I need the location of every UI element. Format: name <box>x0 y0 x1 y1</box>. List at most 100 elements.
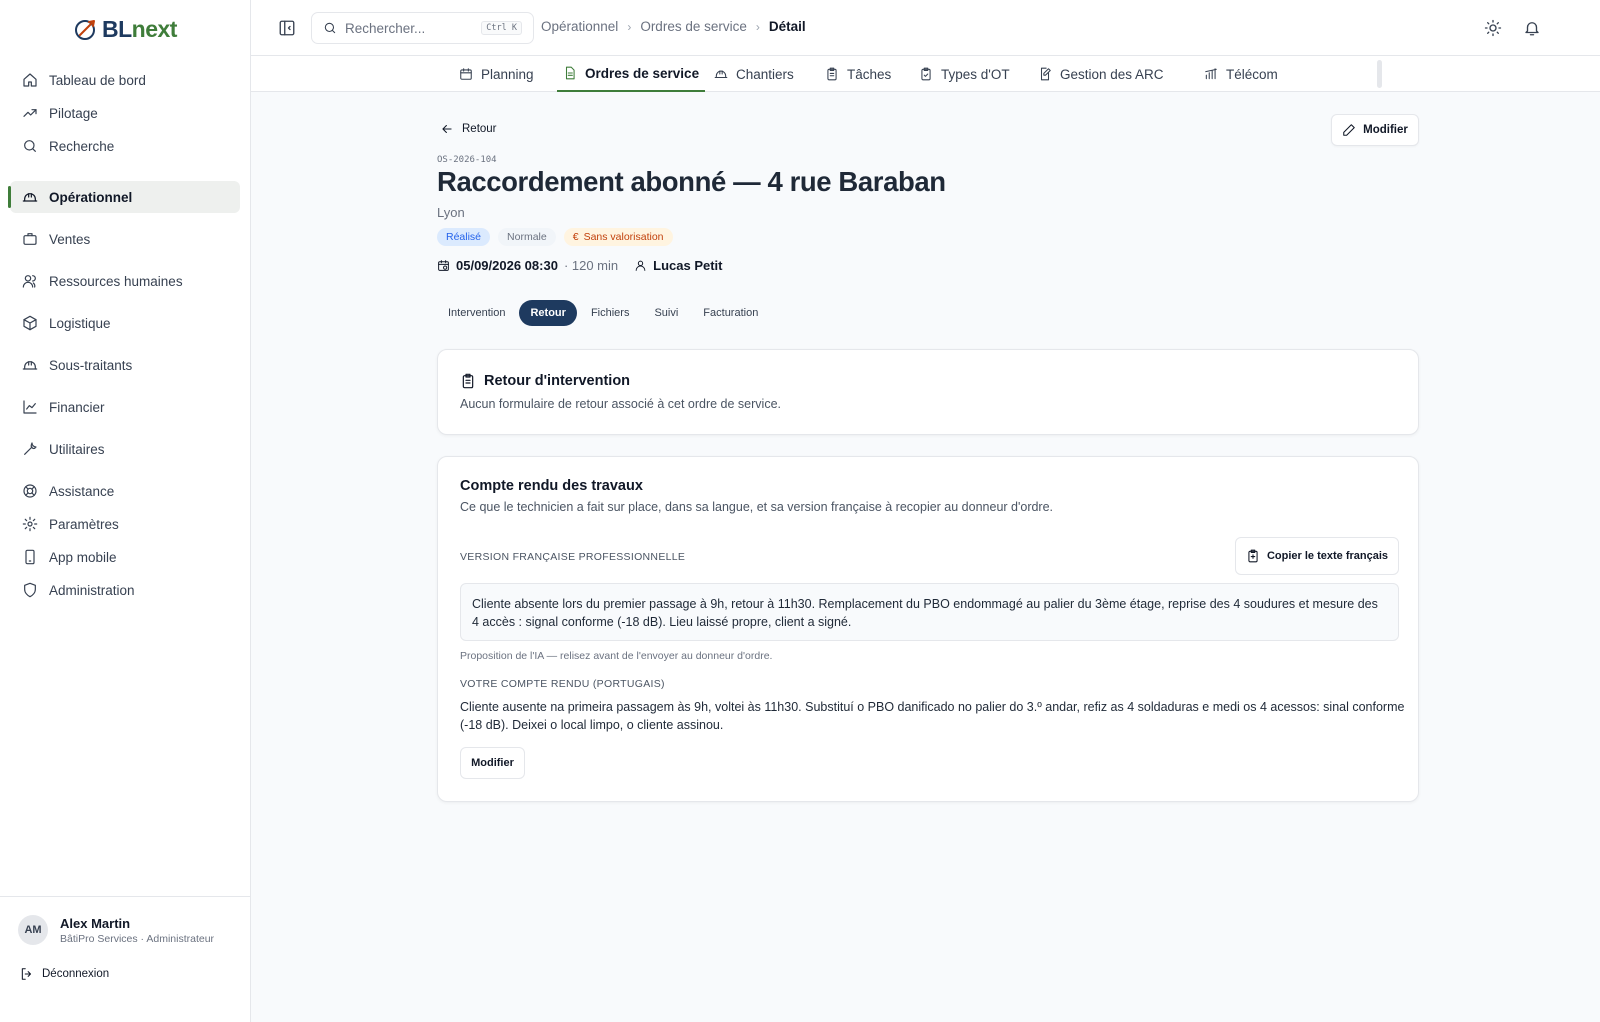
hardhat-icon <box>22 361 38 370</box>
avatar[interactable]: AM <box>18 915 48 945</box>
tab-label: Gestion des ARC <box>1060 66 1164 82</box>
briefcase-icon <box>23 233 37 245</box>
sidebar-item-pilotage[interactable]: Pilotage <box>10 97 240 129</box>
order-city: Lyon <box>437 205 465 220</box>
subtab-suivi[interactable]: Suivi <box>643 300 689 326</box>
sidebar-item-tableau-de-bord[interactable]: Tableau de bord <box>10 64 240 96</box>
gear-icon <box>22 516 38 532</box>
sidebar-toggle-icon[interactable] <box>278 19 296 37</box>
subtab-fichiers[interactable]: Fichiers <box>580 300 641 326</box>
topbar: Ctrl K Opérationnel › Ordres de service … <box>251 0 1600 56</box>
fr-version-label: VERSION FRANÇAISE PROFESSIONNELLE <box>460 551 686 563</box>
breadcrumb-item-ordres[interactable]: Ordres de service <box>640 19 747 34</box>
sidebar-item-label: Utilitaires <box>49 441 105 457</box>
tab-chantiers[interactable]: Chantiers <box>708 56 800 92</box>
sidebar-item-parametres[interactable]: Paramètres <box>10 508 240 540</box>
tab-taches[interactable]: Tâches <box>819 56 897 92</box>
logout-icon <box>21 968 32 980</box>
page-title: Raccordement abonné — 4 rue Baraban <box>437 166 946 197</box>
search-box[interactable]: Ctrl K <box>311 12 534 44</box>
ai-note: Proposition de l'IA — relisez avant de l… <box>460 650 773 662</box>
calendar-icon <box>460 68 472 80</box>
breadcrumb-item-operationnel[interactable]: Opérationnel <box>541 19 618 34</box>
tab-ordres-de-service[interactable]: Ordres de service <box>557 56 706 92</box>
document-icon <box>565 66 575 80</box>
copy-french-button[interactable]: Copier le texte français <box>1235 537 1399 575</box>
sidebar-item-label: Tableau de bord <box>49 72 146 88</box>
sidebar-item-recherche[interactable]: Recherche <box>10 130 240 162</box>
search-shortcut: Ctrl K <box>481 21 522 35</box>
tab-label: Chantiers <box>736 66 794 82</box>
theme-toggle-icon[interactable] <box>1484 19 1502 37</box>
user-name: Alex Martin <box>60 916 131 931</box>
tab-label: Ordres de service <box>585 65 700 81</box>
sidebar-item-ressources-humaines[interactable]: Ressources humaines <box>10 265 240 297</box>
sidebar-item-label: App mobile <box>49 549 117 565</box>
edit-report-button[interactable]: Modifier <box>460 747 525 779</box>
clipboard-list-icon <box>462 373 474 389</box>
home-icon <box>23 73 37 87</box>
search-input[interactable] <box>345 20 485 36</box>
sidebar-item-ventes[interactable]: Ventes <box>10 223 240 255</box>
brand-logo[interactable]: BLnext <box>72 14 177 44</box>
tab-types-ot[interactable]: Types d'OT <box>913 56 1016 92</box>
sidebar-item-utilitaires[interactable]: Utilitaires <box>10 433 240 465</box>
detail-sub-tabs: Intervention Retour Fichiers Suivi Factu… <box>437 300 772 326</box>
tab-label: Télécom <box>1226 66 1278 82</box>
back-button[interactable]: Retour <box>440 122 497 136</box>
pencil-icon <box>1343 124 1355 136</box>
back-label: Retour <box>462 123 497 135</box>
retour-card-header: Retour d'intervention <box>460 373 630 389</box>
tab-label: Tâches <box>847 66 892 82</box>
sidebar-item-sous-traitants[interactable]: Sous-traitants <box>10 349 240 381</box>
chevron-right-icon: › <box>755 19 760 34</box>
breadcrumb-item-current: Détail <box>768 19 806 34</box>
tab-planning[interactable]: Planning <box>453 56 540 92</box>
trend-icon <box>23 109 37 117</box>
phone-icon <box>25 549 35 565</box>
search-icon <box>24 140 36 152</box>
search-icon <box>324 22 336 34</box>
pt-report-text: Cliente ausente na primeira passagem às … <box>460 700 1405 732</box>
tab-telecom[interactable]: Télécom <box>1198 56 1284 92</box>
sidebar-item-financier[interactable]: Financier <box>10 391 240 423</box>
logout-label: Déconnexion <box>42 968 110 980</box>
chart-line-icon <box>23 400 37 414</box>
tabs-scrollbar[interactable] <box>1377 60 1382 88</box>
edit-order-button[interactable]: Modifier <box>1331 114 1419 146</box>
brand-name-part2: next <box>131 15 178 42</box>
report-card: Compte rendu des travaux Ce que le techn… <box>437 456 1419 802</box>
fr-text-box[interactable]: Cliente absente lors du premier passage … <box>460 583 1399 641</box>
sidebar-item-label: Ventes <box>49 231 91 247</box>
shield-icon <box>24 582 36 598</box>
retour-card: Retour d'intervention Aucun formulaire d… <box>437 349 1419 435</box>
module-tabs: Planning Ordres de service Chantiers Tâc… <box>251 56 1600 92</box>
subtab-retour[interactable]: Retour <box>519 300 577 326</box>
order-meta: 05/09/2026 08:30 · 120 min Lucas Petit <box>437 258 723 273</box>
sidebar-item-logistique[interactable]: Logistique <box>10 307 240 339</box>
sidebar-item-label: Administration <box>49 582 135 598</box>
order-duration: · 120 min <box>563 258 619 273</box>
status-badges: Réalisé Normale € Sans valorisation <box>437 228 673 246</box>
technician: Lucas Petit <box>634 258 723 273</box>
sidebar-item-app-mobile[interactable]: App mobile <box>10 541 240 573</box>
logout-button[interactable]: Déconnexion <box>20 967 109 981</box>
user-icon <box>635 260 646 271</box>
signal-icon <box>1205 68 1217 80</box>
sidebar-item-assistance[interactable]: Assistance <box>10 475 240 507</box>
user-role: BâtiPro Services · Administrateur <box>60 933 215 945</box>
priority-badge: Normale <box>498 228 556 246</box>
sidebar-item-label: Recherche <box>49 138 115 154</box>
subtab-facturation[interactable]: Facturation <box>692 300 769 326</box>
sidebar-item-administration[interactable]: Administration <box>10 574 240 606</box>
bell-icon[interactable] <box>1523 19 1541 37</box>
valuation-label: Sans valorisation <box>583 231 664 243</box>
sidebar-item-operationnel[interactable]: Opérationnel <box>8 181 240 213</box>
tab-label: Planning <box>481 66 534 82</box>
hardhat-icon <box>714 70 728 79</box>
sidebar: BLnext Tableau de bord Pilotage Recherch… <box>0 0 251 1022</box>
valuation-badge: € Sans valorisation <box>563 228 673 246</box>
tab-gestion-arc[interactable]: Gestion des ARC <box>1032 56 1170 92</box>
subtab-intervention[interactable]: Intervention <box>437 300 516 326</box>
clipboard-check-icon <box>921 67 931 81</box>
